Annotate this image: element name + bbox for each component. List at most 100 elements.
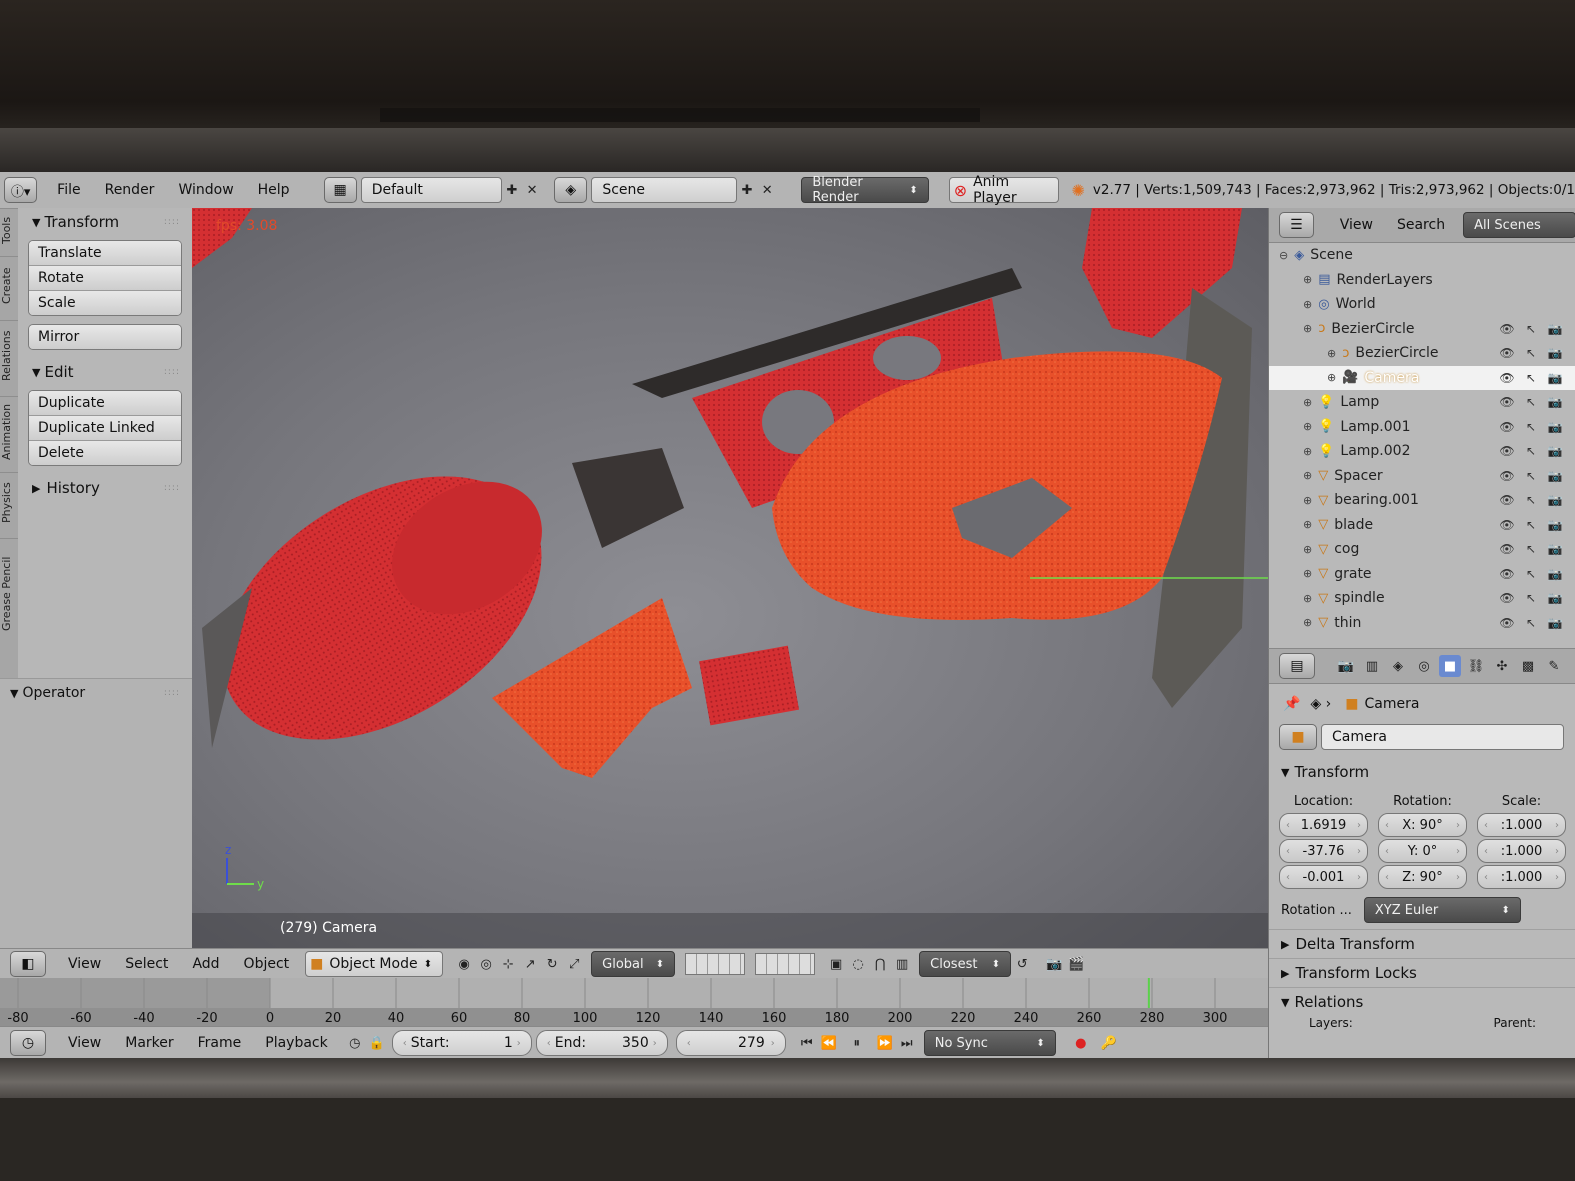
selectability-cursor-icon[interactable]: ↖ xyxy=(1522,518,1540,532)
view3d-menu-view[interactable]: View xyxy=(56,956,113,972)
renderability-camera-icon[interactable]: 📷 xyxy=(1546,567,1564,581)
relations-header[interactable]: ▼ Relations xyxy=(1269,987,1575,1016)
visibility-eye-icon[interactable]: 👁 xyxy=(1498,420,1516,434)
pivot-point-icon[interactable]: ◎ xyxy=(475,953,497,975)
proportional-edit-icon[interactable]: ◌ xyxy=(847,953,869,975)
layer-buttons-left[interactable] xyxy=(685,953,746,975)
outliner-item[interactable]: ⊕ ▽ grate 👁 ↖ 📷 xyxy=(1269,562,1575,587)
selectability-cursor-icon[interactable]: ↖ xyxy=(1522,567,1540,581)
modifiers-tab-icon[interactable]: ✣ xyxy=(1491,655,1513,677)
renderability-camera-icon[interactable]: 📷 xyxy=(1546,346,1564,360)
selectability-cursor-icon[interactable]: ↖ xyxy=(1522,371,1540,385)
object-tab-icon[interactable]: ■ xyxy=(1439,655,1461,677)
expand-toggle-icon[interactable]: ⊕ xyxy=(1303,518,1312,531)
manipulator-icon[interactable]: ⊹ xyxy=(497,953,519,975)
selectability-cursor-icon[interactable]: ↖ xyxy=(1522,444,1540,458)
outliner-view-menu[interactable]: View xyxy=(1328,217,1385,233)
opengl-animation-icon[interactable]: 🎬 xyxy=(1065,953,1087,975)
outliner-editor-type-button[interactable]: ☰ xyxy=(1279,212,1314,238)
add-scene-icon[interactable]: ✚ xyxy=(737,179,757,201)
renderability-camera-icon[interactable]: 📷 xyxy=(1546,444,1564,458)
expand-toggle-icon[interactable]: ⊖ xyxy=(1279,249,1288,262)
expand-toggle-icon[interactable]: ⊕ xyxy=(1303,322,1312,335)
rotation-field[interactable]: ‹ Z: 90° › xyxy=(1378,865,1467,889)
visibility-eye-icon[interactable]: 👁 xyxy=(1498,493,1516,507)
renderability-camera-icon[interactable]: 📷 xyxy=(1546,469,1564,483)
transform-orientation-select[interactable]: Global ⬍ xyxy=(591,951,676,977)
object-name-field[interactable]: Camera xyxy=(1321,724,1564,750)
outliner-item[interactable]: ⊕ ▽ Spacer 👁 ↖ 📷 xyxy=(1269,464,1575,489)
rotate-button[interactable]: Rotate xyxy=(29,266,181,291)
end-frame-field[interactable]: ‹ End: 350 › xyxy=(535,1030,668,1056)
outliner-item[interactable]: ⊕ 💡 Lamp 👁 ↖ 📷 xyxy=(1269,390,1575,415)
outliner-item[interactable]: ⊕ ▽ blade 👁 ↖ 📷 xyxy=(1269,513,1575,538)
properties-editor-type-button[interactable]: ▤ xyxy=(1279,653,1315,679)
snap-magnet-icon[interactable]: ⋂ xyxy=(869,953,891,975)
selectability-cursor-icon[interactable]: ↖ xyxy=(1522,542,1540,556)
location-field[interactable]: ‹ -37.76 › xyxy=(1279,839,1368,863)
timeline-menu-view[interactable]: View xyxy=(56,1035,113,1051)
layer-buttons-right[interactable] xyxy=(755,953,816,975)
outliner-item[interactable]: ⊕ ↄ BezierCircle 👁 ↖ 📷 xyxy=(1269,317,1575,342)
visibility-eye-icon[interactable]: 👁 xyxy=(1498,518,1516,532)
renderability-camera-icon[interactable]: 📷 xyxy=(1546,518,1564,532)
visibility-eye-icon[interactable]: 👁 xyxy=(1498,469,1516,483)
timeline[interactable]: -80 -60 -40 -20 0 20 40 60 80 100 120 140 160 180 200 2… xyxy=(0,978,1268,1026)
mirror-button[interactable]: Mirror xyxy=(29,325,181,349)
snap-target-select[interactable]: Closest ⬍ xyxy=(919,951,1012,977)
renderability-camera-icon[interactable]: 📷 xyxy=(1546,395,1564,409)
expand-toggle-icon[interactable]: ⊕ xyxy=(1303,445,1312,458)
visibility-eye-icon[interactable]: 👁 xyxy=(1498,371,1516,385)
current-frame-field[interactable]: ‹ 279 › xyxy=(675,1030,786,1056)
transform-panel-header[interactable]: ▼ Transform :::: xyxy=(18,208,192,236)
outliner-item[interactable]: ⊕ ▽ thin 👁 ↖ 📷 xyxy=(1269,611,1575,636)
snap-rotation-icon[interactable]: ↺ xyxy=(1011,953,1033,975)
visibility-eye-icon[interactable]: 👁 xyxy=(1498,542,1516,556)
tool-tab-create[interactable]: Create xyxy=(0,256,18,315)
menu-render[interactable]: Render xyxy=(93,182,167,198)
expand-toggle-icon[interactable]: ⊕ xyxy=(1303,494,1312,507)
outliner-item[interactable]: ⊕ ▤ RenderLayers xyxy=(1269,268,1575,293)
panel-grip-icon[interactable]: :::: xyxy=(164,688,180,698)
rotation-mode-select[interactable]: XYZ Euler ⬍ xyxy=(1363,897,1521,923)
outliner-item[interactable]: ⊕ 💡 Lamp.001 👁 ↖ 📷 xyxy=(1269,415,1575,440)
translate-manipulator-icon[interactable]: ↗ xyxy=(519,953,541,975)
rotation-field[interactable]: ‹ X: 90° › xyxy=(1378,813,1467,837)
scale-manipulator-icon[interactable]: ⤢ xyxy=(563,953,585,975)
outliner-item[interactable]: ⊕ ▽ bearing.001 👁 ↖ 📷 xyxy=(1269,488,1575,513)
editor-type-info-button[interactable]: ⓘ▾ xyxy=(4,177,38,203)
keying-set-icon[interactable]: 🔑 xyxy=(1098,1032,1120,1054)
selectability-cursor-icon[interactable]: ↖ xyxy=(1522,616,1540,630)
screen-layout-field[interactable]: Default xyxy=(360,177,502,203)
outliner-item[interactable]: ⊖ ◈ Scene xyxy=(1269,243,1575,268)
object-type-button[interactable]: ■ xyxy=(1279,724,1317,750)
constraints-tab-icon[interactable]: ⛓ xyxy=(1465,655,1487,677)
outliner-item[interactable]: ⊕ ▽ spindle 👁 ↖ 📷 xyxy=(1269,586,1575,611)
menu-help[interactable]: Help xyxy=(246,182,302,198)
add-layout-icon[interactable]: ✚ xyxy=(502,179,522,201)
visibility-eye-icon[interactable]: 👁 xyxy=(1498,346,1516,360)
data-tab-icon[interactable]: ✎ xyxy=(1543,655,1565,677)
expand-toggle-icon[interactable]: ⊕ xyxy=(1303,420,1312,433)
scene-field[interactable]: Scene xyxy=(591,177,738,203)
tool-tab-animation[interactable]: Animation xyxy=(0,396,18,467)
lock-camera-icon[interactable]: ▣ xyxy=(825,953,847,975)
render-tab-icon[interactable]: 📷 xyxy=(1335,655,1357,677)
renderability-camera-icon[interactable]: 📷 xyxy=(1546,542,1564,556)
transform-locks-header[interactable]: ▶ Transform Locks xyxy=(1269,958,1575,987)
tool-tab-relations[interactable]: Relations xyxy=(0,320,18,391)
timeline-editor-type-button[interactable]: ◷ xyxy=(10,1030,46,1056)
renderability-camera-icon[interactable]: 📷 xyxy=(1546,371,1564,385)
delete-button[interactable]: Delete xyxy=(29,441,181,465)
jump-keyframe-back-icon[interactable]: ⏪ xyxy=(818,1032,840,1054)
snap-element-icon[interactable]: ▥ xyxy=(891,953,913,975)
visibility-eye-icon[interactable]: 👁 xyxy=(1498,322,1516,336)
texture-tab-icon[interactable]: ▩ xyxy=(1517,655,1539,677)
screen-layout-button[interactable]: ▦ xyxy=(323,177,357,203)
expand-toggle-icon[interactable]: ⊕ xyxy=(1303,592,1312,605)
expand-toggle-icon[interactable]: ⊕ xyxy=(1327,347,1336,360)
panel-grip-icon[interactable]: :::: xyxy=(164,367,180,377)
history-panel-header[interactable]: ▶ History :::: xyxy=(18,474,192,502)
edit-panel-header[interactable]: ▼ Edit :::: xyxy=(18,358,192,386)
visibility-eye-icon[interactable]: 👁 xyxy=(1498,567,1516,581)
